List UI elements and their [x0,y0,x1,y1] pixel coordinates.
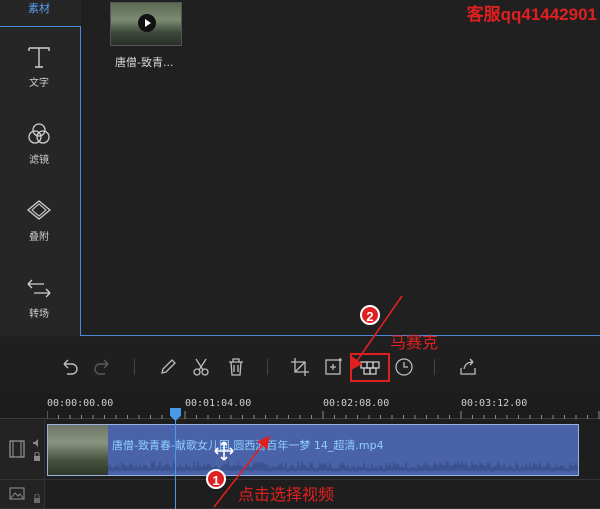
annotation-arrows [213,295,403,508]
annotation-step-1-text: 点击选择视频 [238,485,335,504]
annotation-step-1-badge: 1 [206,469,226,489]
